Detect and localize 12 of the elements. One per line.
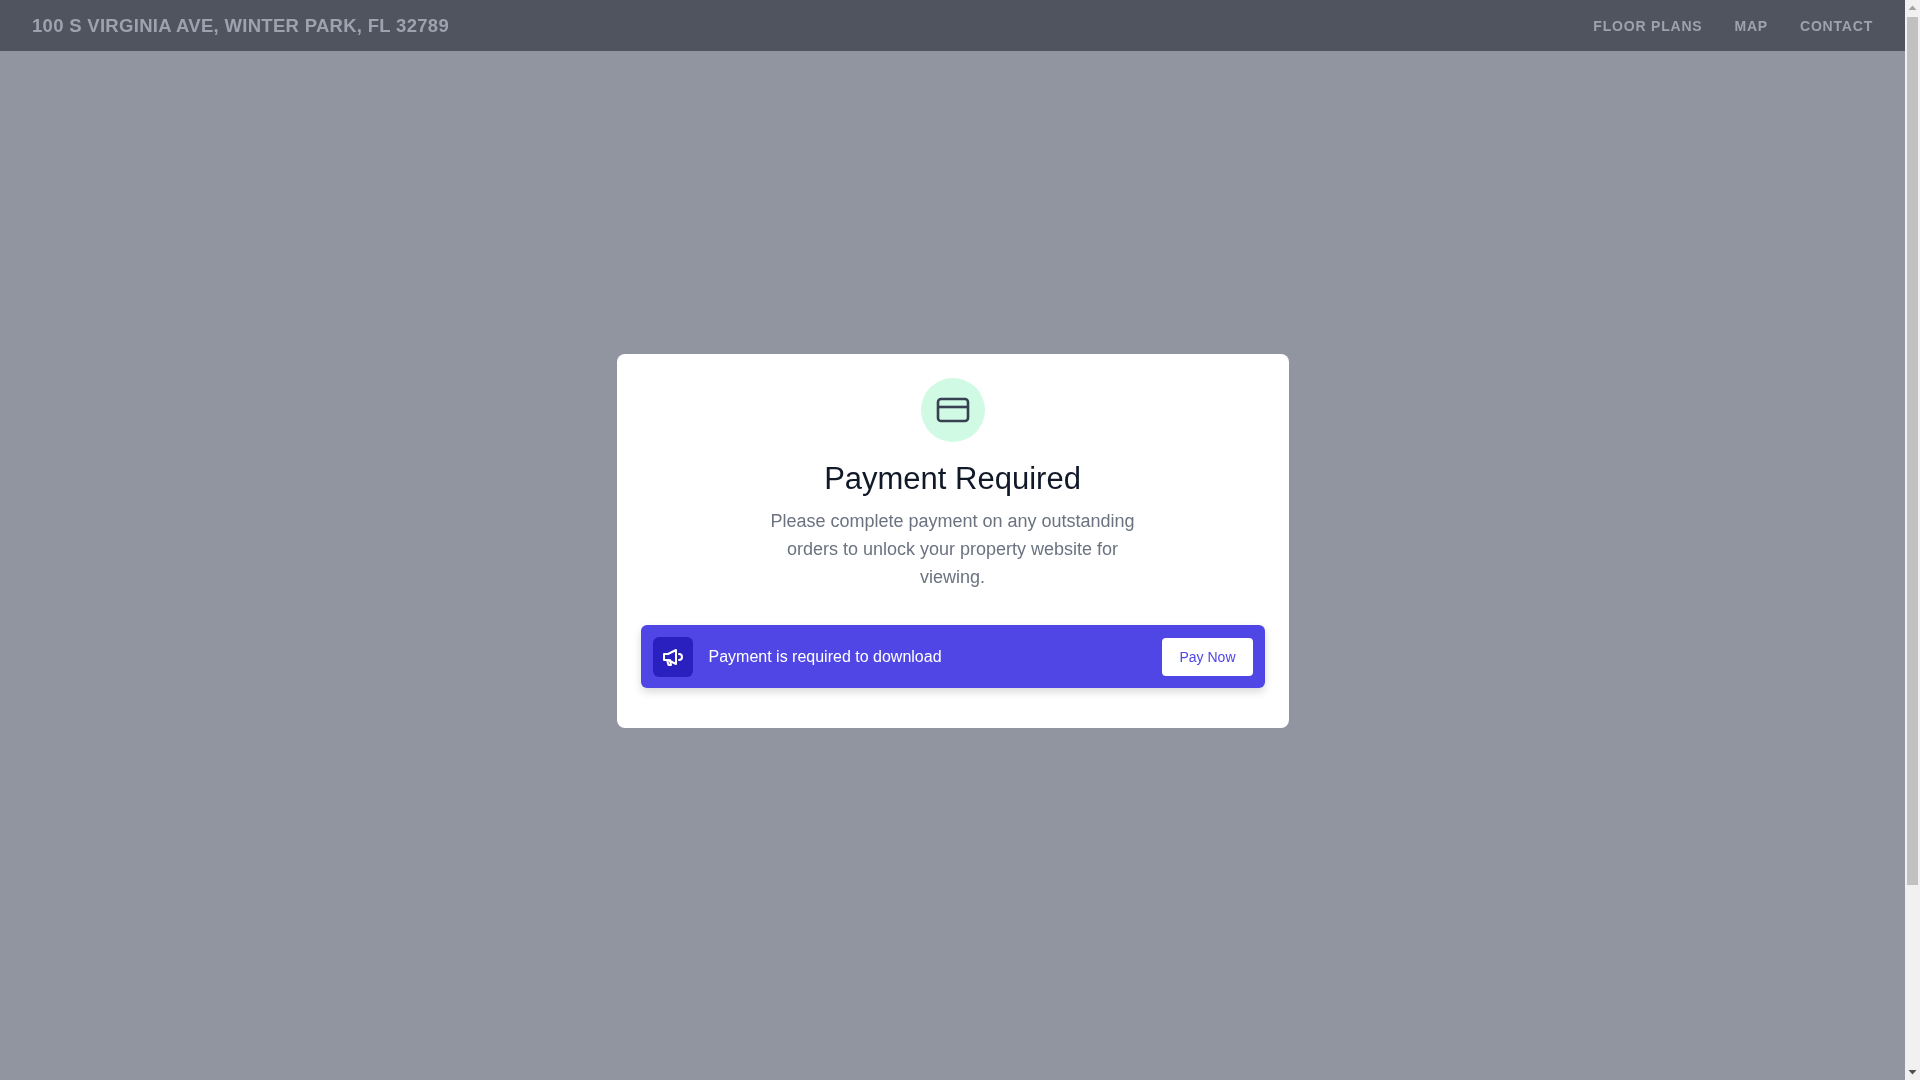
- dialog-message: Please complete payment on any outstanding orders to unlock your property website for viewing.: [769, 510, 1136, 590]
- pay-now-button[interactable]: Pay Now: [1162, 637, 1253, 676]
- scrollbar[interactable]: [1905, 0, 1920, 1080]
- nav-link[interactable]: CONTACT: [1800, 17, 1873, 34]
- dialog-title: Payment Required: [824, 460, 1081, 498]
- site-title: 100 S VIRGINIA AVE, WINTER PARK, FL 32789: [32, 14, 449, 37]
- nav-link[interactable]: MAP: [1734, 17, 1768, 34]
- nav-link[interactable]: FLOOR PLANS: [1593, 17, 1703, 34]
- banner-text: Payment is required to download: [708, 647, 943, 666]
- megaphone-icon: [652, 636, 693, 677]
- scroll-up-icon[interactable]: [1908, 5, 1917, 10]
- scroll-down-icon[interactable]: [1908, 1070, 1917, 1075]
